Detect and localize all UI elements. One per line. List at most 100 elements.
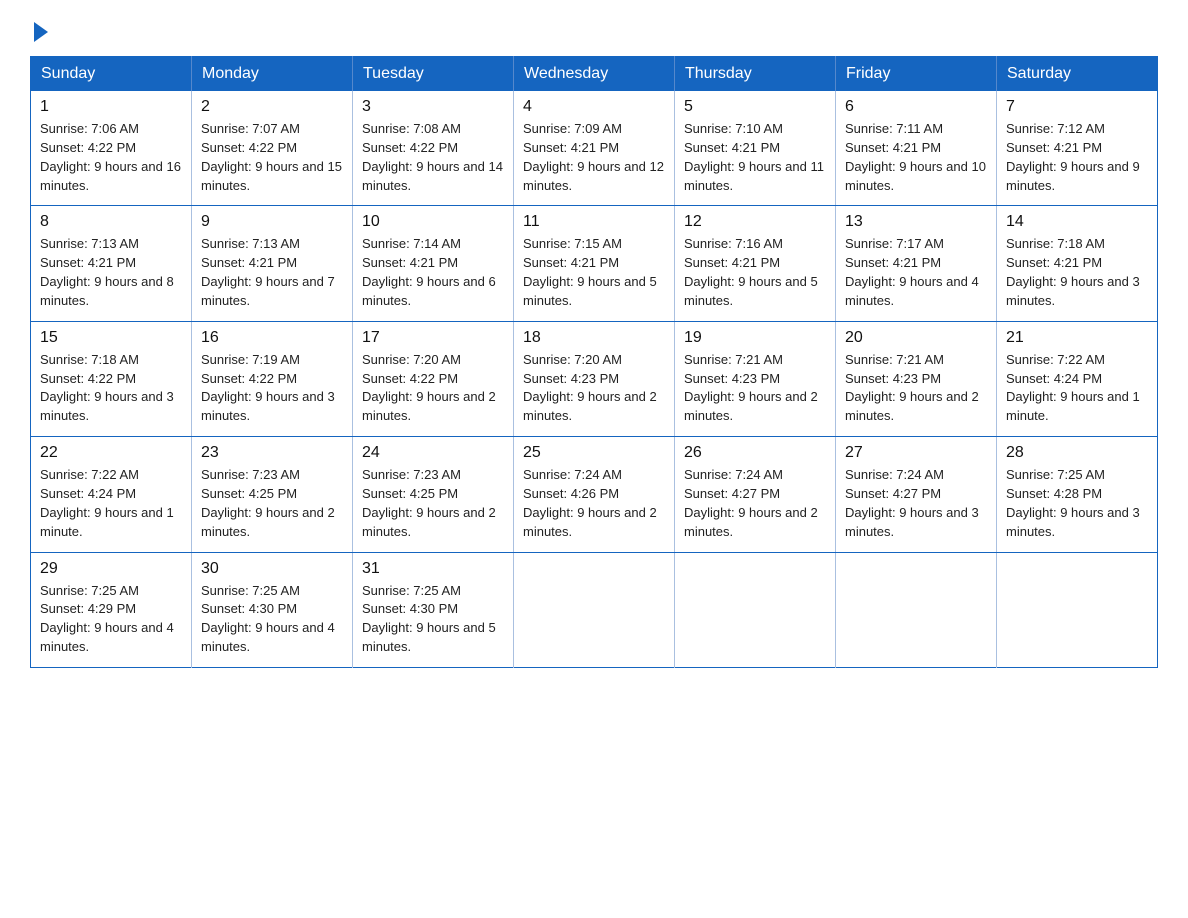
- calendar-header-row: SundayMondayTuesdayWednesdayThursdayFrid…: [31, 57, 1158, 92]
- day-number: 30: [201, 560, 343, 578]
- day-info: Sunrise: 7:21 AMSunset: 4:23 PMDaylight:…: [845, 351, 987, 426]
- day-info: Sunrise: 7:24 AMSunset: 4:27 PMDaylight:…: [845, 466, 987, 541]
- calendar-cell: 1 Sunrise: 7:06 AMSunset: 4:22 PMDaylight…: [31, 91, 192, 206]
- day-info: Sunrise: 7:23 AMSunset: 4:25 PMDaylight:…: [362, 466, 504, 541]
- day-info: Sunrise: 7:22 AMSunset: 4:24 PMDaylight:…: [40, 466, 182, 541]
- calendar-cell: 4 Sunrise: 7:09 AMSunset: 4:21 PMDaylight…: [514, 91, 675, 206]
- day-info: Sunrise: 7:22 AMSunset: 4:24 PMDaylight:…: [1006, 351, 1148, 426]
- calendar-cell: 2 Sunrise: 7:07 AMSunset: 4:22 PMDaylight…: [192, 91, 353, 206]
- header-sunday: Sunday: [31, 57, 192, 92]
- day-number: 3: [362, 98, 504, 116]
- header-friday: Friday: [836, 57, 997, 92]
- header-monday: Monday: [192, 57, 353, 92]
- calendar-week-row: 29 Sunrise: 7:25 AMSunset: 4:29 PMDayligh…: [31, 552, 1158, 667]
- calendar-cell: 20 Sunrise: 7:21 AMSunset: 4:23 PMDayligh…: [836, 321, 997, 436]
- calendar-cell: 25 Sunrise: 7:24 AMSunset: 4:26 PMDayligh…: [514, 437, 675, 552]
- day-number: 12: [684, 213, 826, 231]
- day-info: Sunrise: 7:25 AMSunset: 4:28 PMDaylight:…: [1006, 466, 1148, 541]
- calendar-cell: 6Sunrise: 7:11 AMSunset: 4:21 PMDaylight…: [836, 91, 997, 206]
- day-info: Sunrise: 7:24 AMSunset: 4:26 PMDaylight:…: [523, 466, 665, 541]
- day-info: Sunrise: 7:25 AMSunset: 4:29 PMDaylight:…: [40, 582, 182, 657]
- day-info: Sunrise: 7:25 AMSunset: 4:30 PMDaylight:…: [362, 582, 504, 657]
- calendar-table: SundayMondayTuesdayWednesdayThursdayFrid…: [30, 56, 1158, 668]
- calendar-week-row: 8 Sunrise: 7:13 AMSunset: 4:21 PMDaylight…: [31, 206, 1158, 321]
- calendar-cell: 30 Sunrise: 7:25 AMSunset: 4:30 PMDayligh…: [192, 552, 353, 667]
- day-info: Sunrise: 7:25 AMSunset: 4:30 PMDaylight:…: [201, 582, 343, 657]
- day-number: 4: [523, 98, 665, 116]
- day-info: Sunrise: 7:23 AMSunset: 4:25 PMDaylight:…: [201, 466, 343, 541]
- day-info: Sunrise: 7:17 AMSunset: 4:21 PMDaylight:…: [845, 235, 987, 310]
- day-number: 22: [40, 444, 182, 462]
- day-number: 21: [1006, 329, 1148, 347]
- calendar-cell: 18 Sunrise: 7:20 AMSunset: 4:23 PMDayligh…: [514, 321, 675, 436]
- day-number: 7: [1006, 98, 1148, 116]
- day-number: 31: [362, 560, 504, 578]
- day-number: 19: [684, 329, 826, 347]
- header-saturday: Saturday: [997, 57, 1158, 92]
- day-number: 9: [201, 213, 343, 231]
- calendar-cell: 13Sunrise: 7:17 AMSunset: 4:21 PMDayligh…: [836, 206, 997, 321]
- day-info: Sunrise: 7:20 AMSunset: 4:22 PMDaylight:…: [362, 351, 504, 426]
- day-info: Sunrise: 7:20 AMSunset: 4:23 PMDaylight:…: [523, 351, 665, 426]
- day-info: Sunrise: 7:18 AMSunset: 4:21 PMDaylight:…: [1006, 235, 1148, 310]
- header-tuesday: Tuesday: [353, 57, 514, 92]
- logo-arrow-icon: [34, 22, 48, 42]
- calendar-cell: 12 Sunrise: 7:16 AMSunset: 4:21 PMDayligh…: [675, 206, 836, 321]
- day-info: Sunrise: 7:19 AMSunset: 4:22 PMDaylight:…: [201, 351, 343, 426]
- day-number: 15: [40, 329, 182, 347]
- calendar-cell: 22 Sunrise: 7:22 AMSunset: 4:24 PMDayligh…: [31, 437, 192, 552]
- day-info: Sunrise: 7:06 AMSunset: 4:22 PMDaylight:…: [40, 120, 182, 195]
- day-number: 14: [1006, 213, 1148, 231]
- day-info: Sunrise: 7:09 AMSunset: 4:21 PMDaylight:…: [523, 120, 665, 195]
- day-number: 24: [362, 444, 504, 462]
- calendar-week-row: 22 Sunrise: 7:22 AMSunset: 4:24 PMDayligh…: [31, 437, 1158, 552]
- logo: [30, 20, 48, 38]
- calendar-cell: 7 Sunrise: 7:12 AMSunset: 4:21 PMDaylight…: [997, 91, 1158, 206]
- day-number: 18: [523, 329, 665, 347]
- day-info: Sunrise: 7:12 AMSunset: 4:21 PMDaylight:…: [1006, 120, 1148, 195]
- calendar-cell: [997, 552, 1158, 667]
- day-info: Sunrise: 7:13 AMSunset: 4:21 PMDaylight:…: [201, 235, 343, 310]
- day-number: 23: [201, 444, 343, 462]
- day-number: 5: [684, 98, 826, 116]
- header-wednesday: Wednesday: [514, 57, 675, 92]
- calendar-cell: 23 Sunrise: 7:23 AMSunset: 4:25 PMDayligh…: [192, 437, 353, 552]
- calendar-cell: 31 Sunrise: 7:25 AMSunset: 4:30 PMDayligh…: [353, 552, 514, 667]
- calendar-week-row: 1 Sunrise: 7:06 AMSunset: 4:22 PMDaylight…: [31, 91, 1158, 206]
- calendar-cell: 9 Sunrise: 7:13 AMSunset: 4:21 PMDaylight…: [192, 206, 353, 321]
- calendar-cell: 21 Sunrise: 7:22 AMSunset: 4:24 PMDayligh…: [997, 321, 1158, 436]
- day-number: 20: [845, 329, 987, 347]
- calendar-cell: 29 Sunrise: 7:25 AMSunset: 4:29 PMDayligh…: [31, 552, 192, 667]
- day-info: Sunrise: 7:14 AMSunset: 4:21 PMDaylight:…: [362, 235, 504, 310]
- calendar-cell: 19 Sunrise: 7:21 AMSunset: 4:23 PMDayligh…: [675, 321, 836, 436]
- calendar-cell: 15 Sunrise: 7:18 AMSunset: 4:22 PMDayligh…: [31, 321, 192, 436]
- day-info: Sunrise: 7:11 AMSunset: 4:21 PMDaylight:…: [845, 120, 987, 195]
- day-info: Sunrise: 7:18 AMSunset: 4:22 PMDaylight:…: [40, 351, 182, 426]
- day-number: 25: [523, 444, 665, 462]
- day-info: Sunrise: 7:15 AMSunset: 4:21 PMDaylight:…: [523, 235, 665, 310]
- calendar-cell: 26Sunrise: 7:24 AMSunset: 4:27 PMDayligh…: [675, 437, 836, 552]
- calendar-cell: 24 Sunrise: 7:23 AMSunset: 4:25 PMDayligh…: [353, 437, 514, 552]
- day-number: 10: [362, 213, 504, 231]
- calendar-cell: 3Sunrise: 7:08 AMSunset: 4:22 PMDaylight…: [353, 91, 514, 206]
- calendar-cell: [675, 552, 836, 667]
- calendar-cell: [514, 552, 675, 667]
- day-number: 27: [845, 444, 987, 462]
- calendar-cell: 14 Sunrise: 7:18 AMSunset: 4:21 PMDayligh…: [997, 206, 1158, 321]
- day-number: 29: [40, 560, 182, 578]
- day-info: Sunrise: 7:07 AMSunset: 4:22 PMDaylight:…: [201, 120, 343, 195]
- day-number: 8: [40, 213, 182, 231]
- day-info: Sunrise: 7:24 AMSunset: 4:27 PMDaylight:…: [684, 466, 826, 541]
- day-number: 16: [201, 329, 343, 347]
- calendar-cell: 10 Sunrise: 7:14 AMSunset: 4:21 PMDayligh…: [353, 206, 514, 321]
- day-info: Sunrise: 7:21 AMSunset: 4:23 PMDaylight:…: [684, 351, 826, 426]
- calendar-cell: [836, 552, 997, 667]
- day-info: Sunrise: 7:10 AMSunset: 4:21 PMDaylight:…: [684, 120, 826, 195]
- day-number: 1: [40, 98, 182, 116]
- calendar-cell: 16 Sunrise: 7:19 AMSunset: 4:22 PMDayligh…: [192, 321, 353, 436]
- day-info: Sunrise: 7:13 AMSunset: 4:21 PMDaylight:…: [40, 235, 182, 310]
- day-number: 2: [201, 98, 343, 116]
- day-info: Sunrise: 7:16 AMSunset: 4:21 PMDaylight:…: [684, 235, 826, 310]
- calendar-cell: 27 Sunrise: 7:24 AMSunset: 4:27 PMDayligh…: [836, 437, 997, 552]
- page-header: [30, 20, 1158, 38]
